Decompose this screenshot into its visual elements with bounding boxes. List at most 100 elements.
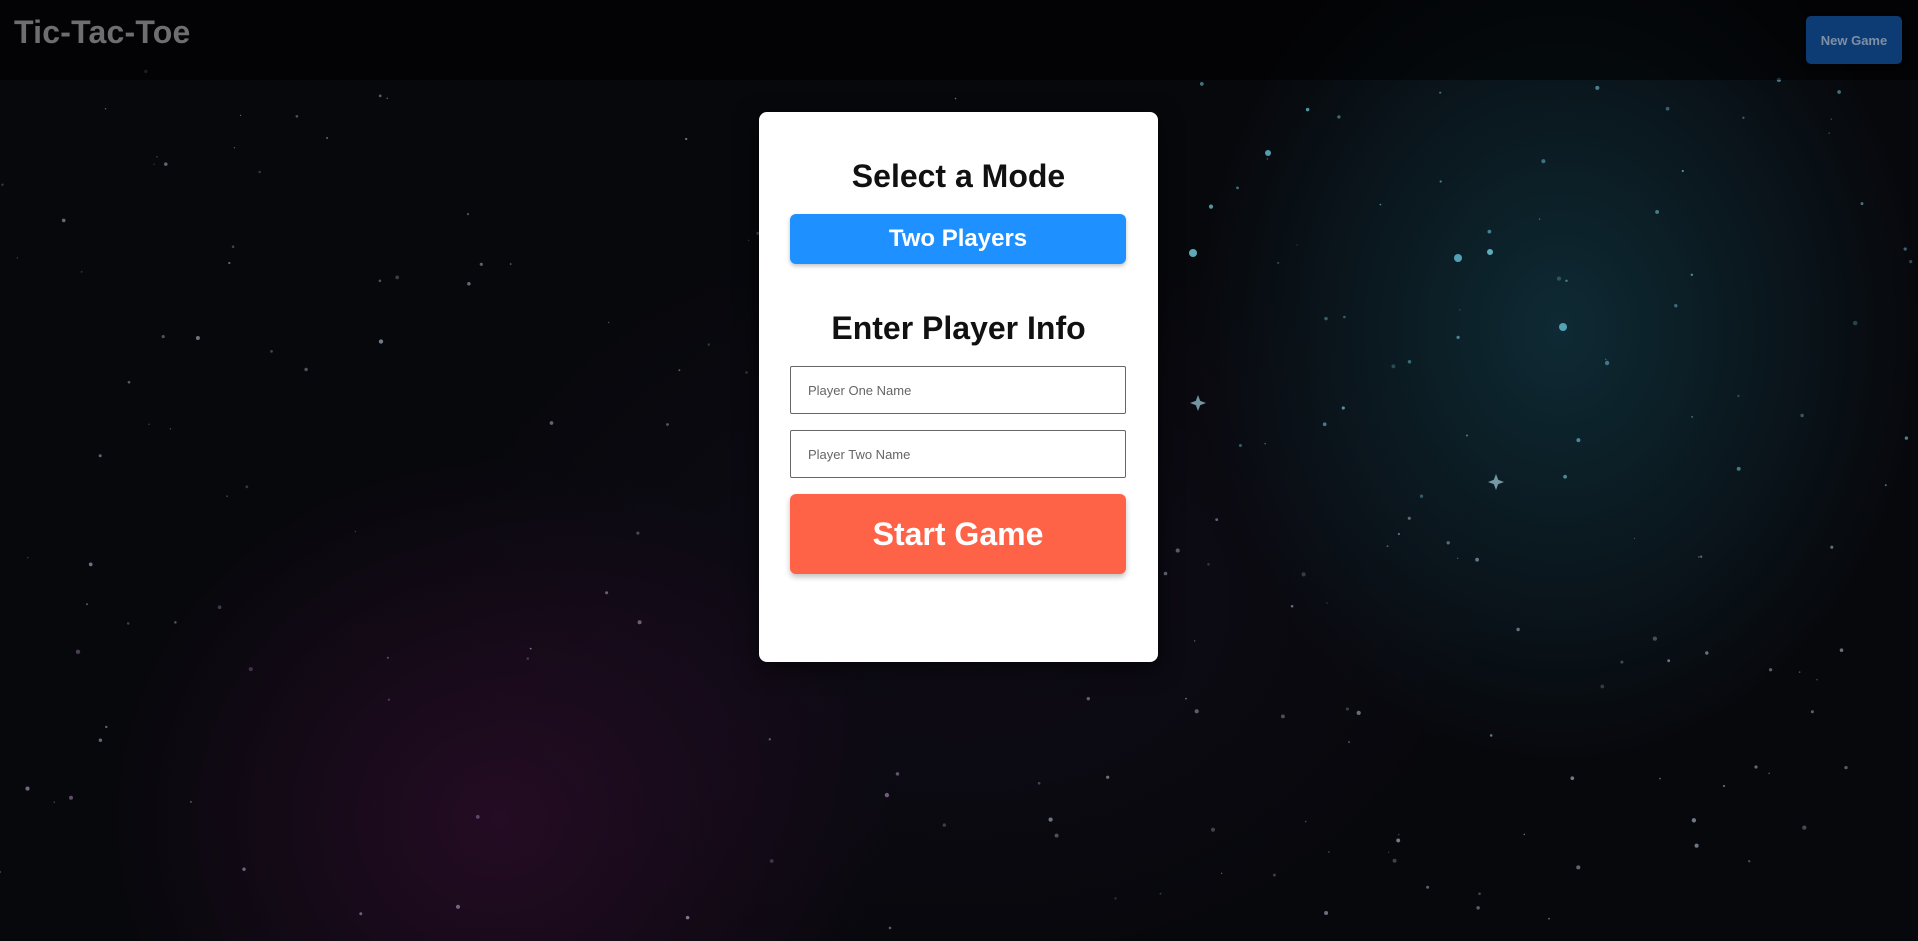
star (1604, 360, 1610, 366)
star (27, 557, 29, 559)
star (75, 649, 81, 654)
star (258, 170, 261, 174)
star (455, 904, 461, 909)
start-game-button[interactable]: Start Game (790, 494, 1126, 574)
star (526, 657, 530, 660)
star (1620, 660, 1624, 664)
star (1487, 229, 1492, 234)
star (378, 339, 384, 344)
star (1386, 545, 1389, 548)
star (1830, 118, 1833, 120)
star (153, 163, 155, 166)
sparkle-star (1488, 474, 1504, 490)
star (884, 792, 890, 798)
star (1398, 833, 1400, 836)
player-one-name-input[interactable] (790, 366, 1126, 414)
star (1194, 640, 1196, 642)
star (1343, 315, 1346, 319)
star (1705, 651, 1709, 655)
star (88, 562, 93, 567)
star (1844, 765, 1848, 770)
star (1208, 204, 1214, 209)
star (1305, 107, 1310, 112)
star (1163, 571, 1168, 576)
star (607, 321, 610, 324)
star (1356, 710, 1361, 716)
top-bar: Tic-Tac-Toe New Game (0, 0, 1918, 80)
star (1523, 833, 1526, 836)
player-two-name-input[interactable] (790, 430, 1126, 478)
star (386, 656, 389, 659)
star (467, 282, 471, 286)
star (1159, 892, 1162, 895)
star (270, 350, 273, 353)
star (1659, 777, 1661, 780)
star (245, 485, 249, 489)
star (1, 183, 4, 187)
star (1600, 684, 1605, 689)
star (685, 137, 688, 141)
star (1538, 218, 1541, 220)
star (1199, 82, 1204, 86)
star (231, 245, 235, 248)
star (1655, 209, 1660, 214)
star (1459, 309, 1461, 311)
star (1694, 843, 1699, 848)
star (217, 605, 222, 609)
star (164, 162, 168, 166)
star (359, 912, 363, 916)
star (354, 530, 357, 533)
star (1800, 413, 1804, 418)
star (1194, 709, 1199, 714)
star (1541, 159, 1546, 164)
star (326, 136, 329, 140)
star (1114, 897, 1117, 900)
star (1264, 443, 1266, 445)
star (233, 147, 236, 149)
star (1175, 548, 1180, 553)
star (295, 114, 299, 118)
star (1296, 244, 1298, 246)
star (1674, 304, 1678, 308)
star (685, 915, 690, 920)
star (1476, 906, 1480, 910)
star (53, 801, 56, 803)
star (1697, 556, 1700, 558)
star (242, 867, 246, 871)
star (378, 94, 382, 98)
star (1220, 872, 1223, 874)
star (1667, 659, 1671, 663)
star (1391, 364, 1396, 369)
star (148, 423, 150, 426)
bright-star (1265, 150, 1271, 156)
star (769, 859, 774, 863)
star (98, 454, 102, 458)
star (240, 114, 242, 116)
star (1633, 537, 1636, 540)
star (1475, 557, 1479, 562)
new-game-button[interactable]: New Game (1806, 16, 1902, 64)
star (1345, 707, 1349, 711)
star (0, 870, 2, 874)
star (1565, 279, 1568, 282)
star (1215, 518, 1219, 522)
star (747, 239, 750, 241)
star (1439, 91, 1442, 94)
two-players-button[interactable]: Two Players (790, 214, 1126, 264)
star (1185, 697, 1187, 700)
star (304, 367, 308, 372)
star (1768, 772, 1770, 775)
star (1478, 892, 1481, 896)
star (226, 495, 228, 497)
star (1563, 474, 1567, 479)
star (1277, 261, 1280, 264)
star (1700, 555, 1703, 558)
star (248, 667, 253, 672)
star (479, 262, 483, 266)
star (1392, 858, 1397, 863)
star (1396, 838, 1401, 843)
star (126, 622, 130, 625)
star (1810, 710, 1814, 714)
star (466, 212, 470, 216)
star (1439, 180, 1442, 183)
